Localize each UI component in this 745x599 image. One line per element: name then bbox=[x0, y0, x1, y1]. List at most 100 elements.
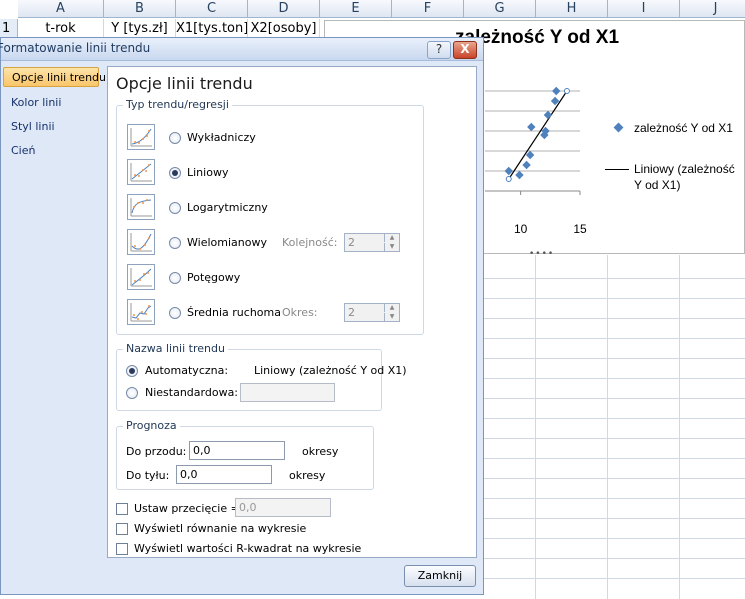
backward-unit: okresy bbox=[289, 469, 326, 482]
nav-trendline-options[interactable]: Opcje linii trendu bbox=[3, 67, 106, 87]
moving-average-trend-icon bbox=[127, 299, 155, 325]
chart-x-tick-label: 15 bbox=[573, 222, 587, 236]
close-button[interactable]: Zamknij bbox=[404, 565, 476, 587]
chart-data-point bbox=[515, 170, 524, 180]
label-exponential: Wykładniczy bbox=[187, 131, 256, 144]
grid-line bbox=[483, 578, 745, 579]
order-spinner[interactable]: 2 ▲ ▼ bbox=[344, 233, 400, 252]
period-spinner[interactable]: 2 ▲ ▼ bbox=[344, 303, 400, 322]
label-show-r-squared: Wyświetl wartości R-kwadrat na wykresie bbox=[134, 542, 362, 555]
nav-shadow[interactable]: Cień bbox=[3, 141, 99, 161]
checkbox-show-equation[interactable] bbox=[116, 523, 128, 535]
close-x-button[interactable]: X bbox=[453, 41, 477, 59]
column-header-d[interactable]: D bbox=[248, 0, 320, 18]
format-trendline-dialog: Formatowanie linii trendu ? X Opcje lini… bbox=[0, 37, 484, 595]
spin-up-icon[interactable]: ▲ bbox=[384, 234, 399, 242]
spin-down-icon[interactable]: ▼ bbox=[384, 313, 399, 321]
checkbox-set-intercept[interactable] bbox=[116, 503, 128, 515]
label-logarithmic: Logarytmiczny bbox=[187, 201, 268, 214]
column-header-i[interactable]: I bbox=[608, 0, 680, 18]
label-custom-name: Niestandardowa: bbox=[145, 386, 239, 399]
forecast-group-title: Prognoza bbox=[123, 419, 180, 432]
exponential-trend-icon bbox=[127, 124, 155, 150]
forecast-group: Prognoza Do przodu: 0,0 okresy Do tyłu: … bbox=[116, 419, 374, 490]
legend-trendline-label: Liniowy (zależność Y od X1) bbox=[634, 162, 735, 192]
grid-line bbox=[483, 478, 745, 479]
label-forward: Do przodu: bbox=[126, 445, 187, 458]
grid-line bbox=[483, 458, 745, 459]
radio-moving-average[interactable] bbox=[169, 307, 181, 319]
options-panel: Opcje linii trendu Typ trendu/regresji W… bbox=[107, 66, 477, 558]
column-header-a[interactable]: A bbox=[18, 0, 104, 18]
grid-line bbox=[535, 255, 536, 599]
grid-line bbox=[483, 278, 745, 279]
grid-line bbox=[679, 255, 680, 599]
checkbox-show-r-squared[interactable] bbox=[116, 543, 128, 555]
grid-line bbox=[483, 358, 745, 359]
automatic-name-value: Liniowy (zależność Y od X1) bbox=[254, 364, 407, 377]
forward-input[interactable]: 0,0 bbox=[189, 441, 285, 460]
radio-power[interactable] bbox=[169, 272, 181, 284]
column-header-b[interactable]: B bbox=[104, 0, 176, 18]
intercept-input[interactable]: 0,0 bbox=[235, 498, 331, 517]
column-header-e[interactable]: E bbox=[320, 0, 392, 18]
power-trend-icon bbox=[127, 264, 155, 290]
chart-data-point bbox=[552, 86, 561, 96]
cell-d1[interactable]: X2[osoby] bbox=[248, 19, 320, 39]
label-set-intercept: Ustaw przecięcie = bbox=[134, 502, 240, 515]
radio-logarithmic[interactable] bbox=[169, 202, 181, 214]
grid-line bbox=[483, 298, 745, 299]
column-header-h[interactable]: H bbox=[536, 0, 608, 18]
polynomial-trend-icon bbox=[127, 229, 155, 255]
label-linear: Liniowy bbox=[187, 166, 229, 179]
spin-up-icon[interactable]: ▲ bbox=[384, 304, 399, 312]
cell-a1[interactable]: t-rok bbox=[18, 19, 104, 39]
dialog-title: Formatowanie linii trendu bbox=[0, 41, 151, 55]
nav-line-style[interactable]: Styl linii bbox=[3, 117, 99, 137]
chart-x-tick-label: 10 bbox=[514, 222, 528, 236]
backward-input[interactable]: 0,0 bbox=[176, 465, 272, 484]
cell-c1[interactable]: X1[tys.ton] bbox=[176, 19, 248, 39]
grid-line bbox=[483, 498, 745, 499]
trendline-handle bbox=[563, 88, 570, 94]
cell-b1[interactable]: Y [tys.zł] bbox=[104, 19, 176, 39]
label-show-equation: Wyświetl równanie na wykresie bbox=[134, 522, 307, 535]
row-header-1[interactable]: 1 bbox=[0, 19, 18, 39]
label-backward: Do tyłu: bbox=[126, 469, 170, 482]
radio-automatic-name[interactable] bbox=[126, 365, 138, 377]
grid-line bbox=[483, 338, 745, 339]
legend-series-label: zależność Y od X1 bbox=[634, 121, 733, 135]
trendline-name-group-title: Nazwa linii trendu bbox=[123, 342, 228, 355]
custom-name-input[interactable] bbox=[240, 383, 335, 402]
label-polynomial: Wielomianowy bbox=[187, 236, 267, 249]
grid-line bbox=[607, 255, 608, 599]
grid-line bbox=[483, 318, 745, 319]
radio-polynomial[interactable] bbox=[169, 237, 181, 249]
linear-trend-icon bbox=[127, 159, 155, 185]
label-automatic-name: Automatyczna: bbox=[145, 364, 229, 377]
order-label: Kolejność: bbox=[282, 236, 338, 249]
nav-line-color[interactable]: Kolor linii bbox=[3, 93, 99, 113]
trend-type-group: Typ trendu/regresji Wykładniczy Liniowy bbox=[116, 98, 424, 335]
column-header-j[interactable]: J bbox=[680, 0, 745, 18]
trendline-line-icon bbox=[605, 169, 629, 170]
forward-unit: okresy bbox=[302, 445, 339, 458]
column-header-g[interactable]: G bbox=[464, 0, 536, 18]
column-header-c[interactable]: C bbox=[176, 0, 248, 18]
trendline-handle bbox=[505, 176, 512, 182]
radio-linear[interactable] bbox=[169, 167, 181, 179]
chart-data-point bbox=[543, 110, 553, 120]
dialog-titlebar[interactable]: Formatowanie linii trendu ? X bbox=[0, 38, 483, 61]
grid-line bbox=[483, 438, 745, 439]
spin-down-icon[interactable]: ▼ bbox=[384, 243, 399, 251]
period-label: Okres: bbox=[282, 306, 318, 319]
help-button[interactable]: ? bbox=[427, 41, 451, 59]
label-moving-average: Średnia ruchoma bbox=[187, 306, 281, 319]
radio-exponential[interactable] bbox=[169, 132, 181, 144]
grid-line bbox=[483, 558, 745, 559]
grid-line bbox=[483, 538, 745, 539]
column-header-f[interactable]: F bbox=[392, 0, 464, 18]
radio-custom-name[interactable] bbox=[126, 387, 138, 399]
chart-resize-handle[interactable]: •••• bbox=[529, 249, 554, 259]
grid-line bbox=[483, 518, 745, 519]
